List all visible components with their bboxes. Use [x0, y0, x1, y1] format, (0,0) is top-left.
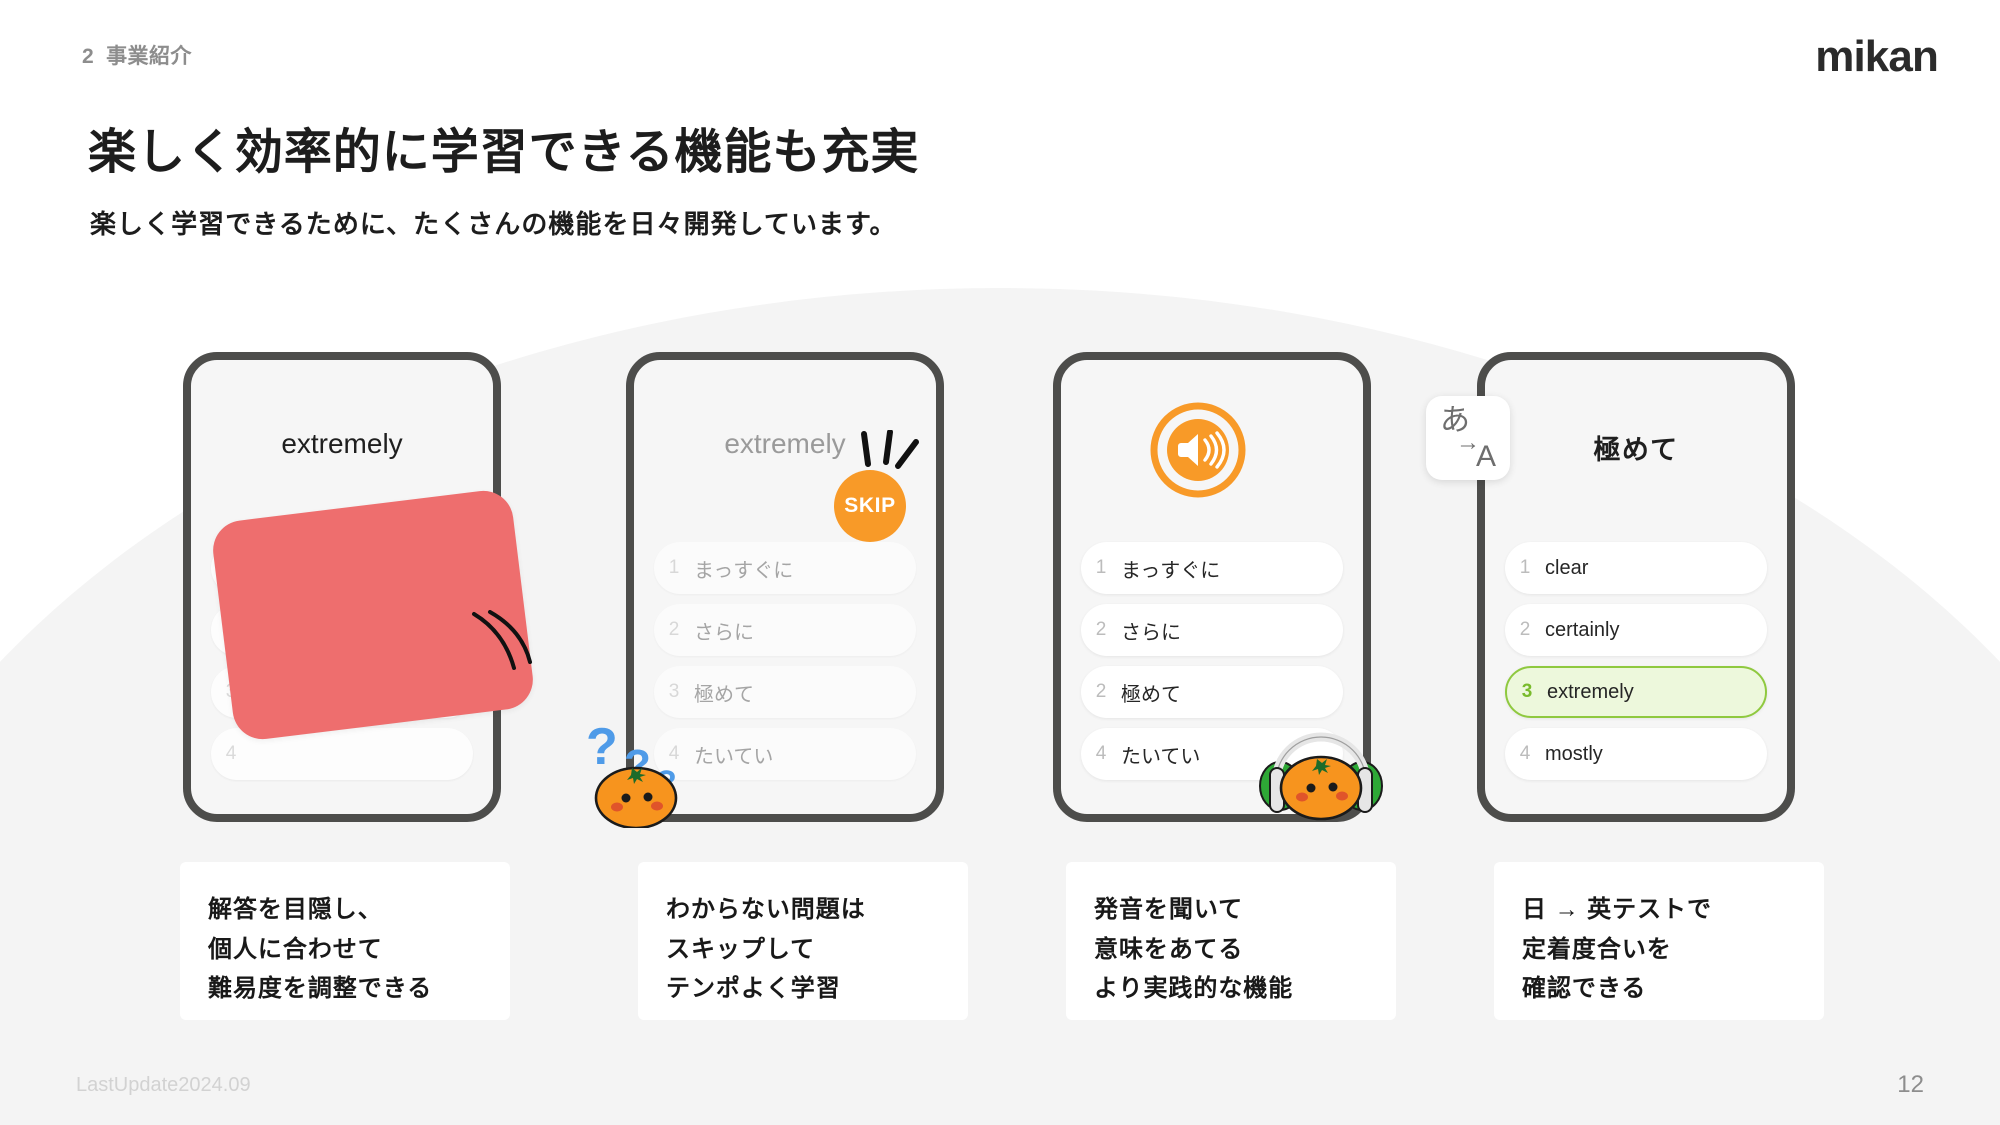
mikan-mascot-confused: ? ? ? — [588, 718, 678, 828]
caption-line: 解答を目隠し、 — [208, 896, 383, 923]
phone4-word: 極めて — [1593, 435, 1679, 465]
page-number: 12 — [1897, 1071, 1924, 1098]
option-row[interactable]: 2 certainly — [1505, 604, 1767, 656]
option-row[interactable]: 1 まっすぐに — [1081, 542, 1343, 594]
caption-line: 定着度合いを — [1522, 935, 1672, 963]
option-number: 2 — [1095, 681, 1107, 702]
mikan-logo: mikan — [1815, 32, 1939, 81]
option-text: certainly — [1545, 618, 1620, 641]
caption-line: より実践的な機能 — [1094, 975, 1294, 1003]
option-row[interactable]: 4 mostly — [1505, 728, 1767, 780]
last-update-label: LastUpdate2024.09 — [76, 1074, 251, 1096]
caption-line: 個人に合わせて — [208, 935, 383, 963]
phone-jp-to-en: 極めて 1 clear 2 certainly 3 extremely 4 mo… — [1477, 352, 1795, 822]
caption-line: わからない問題は — [666, 896, 866, 923]
option-number: 3 — [1521, 681, 1533, 702]
section-kicker: 2 事業紹介 — [82, 40, 192, 70]
option-text: さらに — [1121, 621, 1181, 644]
option-number: 4 — [225, 743, 237, 764]
section-label: 事業紹介 — [106, 45, 192, 68]
jp-to-en-icon: あ → A — [1440, 403, 1496, 473]
option-row[interactable]: 3 極めて — [654, 666, 916, 718]
caption-line: 意味をあてる — [1094, 935, 1244, 963]
option-text: extremely — [1547, 680, 1634, 703]
option-text: まっすぐに — [1121, 559, 1221, 582]
caption-card-3: 発音を聞いて 意味をあてる より実践的な機能 — [1066, 862, 1396, 1020]
phone4-screen: 極めて 1 clear 2 certainly 3 extremely 4 mo… — [1485, 360, 1787, 814]
caption-card-1: 解答を目隠し、 個人に合わせて 難易度を調整できる — [180, 862, 510, 1020]
speaker-icon[interactable] — [1150, 402, 1246, 498]
page-subtitle: 楽しく学習できるために、たくさんの機能を日々開発しています。 — [90, 209, 897, 239]
caption-line: 日 → 英テストで — [1522, 896, 1712, 923]
svg-text:?: ? — [588, 718, 618, 776]
mikan-mascot-headphones — [1259, 732, 1383, 821]
svg-text:A: A — [1476, 440, 1496, 473]
option-number: 2 — [1095, 619, 1107, 640]
option-number: 1 — [668, 557, 680, 578]
option-number: 1 — [1519, 557, 1531, 578]
phone1-word: extremely — [281, 428, 403, 459]
option-number: 4 — [1519, 743, 1531, 764]
slide-root: 2 事業紹介 mikan 楽しく効率的に学習できる機能も充実 楽しく学習できるた… — [0, 0, 2000, 1125]
option-row[interactable]: 1 まっすぐに — [654, 542, 916, 594]
option-number: 1 — [1095, 557, 1107, 578]
caption-card-4: 日 → 英テストで 定着度合いを 確認できる — [1494, 862, 1824, 1020]
option-text: さらに — [694, 621, 754, 644]
option-number: 2 — [1519, 619, 1531, 640]
caption-line: テンポよく学習 — [666, 975, 841, 1003]
caption-card-2: わからない問題は スキップして テンポよく学習 — [638, 862, 968, 1020]
option-number: 4 — [1095, 743, 1107, 764]
caption-line: スキップして — [666, 935, 816, 963]
option-row[interactable]: 1 clear — [1505, 542, 1767, 594]
option-row[interactable]: 2 さらに — [1081, 604, 1343, 656]
page-title: 楽しく効率的に学習できる機能も充実 — [88, 126, 920, 179]
caption-line: 確認できる — [1522, 975, 1647, 1003]
phone4-options: 1 clear 2 certainly 3 extremely 4 mostly — [1505, 542, 1767, 790]
skip-button[interactable]: SKIP — [834, 470, 906, 542]
motion-swish-icon — [472, 610, 532, 670]
option-row[interactable]: 2 さらに — [654, 604, 916, 656]
section-number: 2 — [82, 45, 95, 68]
caption-line: 発音を聞いて — [1094, 896, 1244, 923]
option-number: 2 — [668, 619, 680, 640]
option-text: clear — [1545, 556, 1589, 579]
option-text: まっすぐに — [694, 559, 794, 582]
option-text: 極めて — [1121, 683, 1181, 706]
option-text: たいてい — [1121, 745, 1201, 768]
caption-line: 難易度を調整できる — [208, 975, 433, 1003]
option-number: 3 — [668, 681, 680, 702]
option-text: 極めて — [694, 683, 754, 706]
option-text: mostly — [1545, 742, 1603, 765]
jp-to-en-badge[interactable]: あ → A — [1426, 396, 1510, 480]
option-row-correct[interactable]: 3 extremely — [1505, 666, 1767, 718]
